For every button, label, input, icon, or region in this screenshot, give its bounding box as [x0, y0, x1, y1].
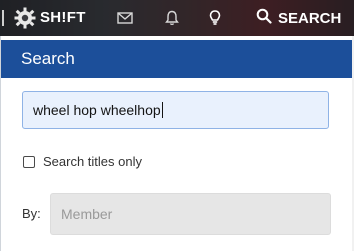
search-nav-link[interactable]: SEARCH [256, 8, 341, 28]
search-dropdown-panel: Search wheel hop wheelhop Search titles … [0, 36, 354, 251]
search-titles-only-option[interactable]: Search titles only [23, 154, 142, 169]
member-input-placeholder: Member [61, 206, 113, 222]
search-nav-label: SEARCH [278, 9, 342, 27]
navbar-divider [2, 10, 4, 26]
lightbulb-icon[interactable] [206, 9, 224, 27]
titles-only-label: Search titles only [43, 154, 142, 169]
keywords-search-input[interactable]: wheel hop wheelhop [22, 91, 329, 129]
search-panel-header: Search [1, 40, 354, 78]
gear-logo-icon[interactable] [14, 7, 36, 29]
mail-icon[interactable] [116, 9, 134, 27]
top-navigation-bar: SH!FT SEARCH [0, 0, 354, 36]
search-icon [256, 8, 272, 29]
by-member-label: By: [22, 206, 41, 221]
text-cursor [161, 102, 163, 118]
titles-only-checkbox[interactable] [23, 155, 35, 168]
member-input[interactable]: Member [50, 193, 331, 235]
search-panel-title: Search [21, 49, 75, 68]
bell-icon[interactable] [163, 9, 181, 27]
site-logo-text[interactable]: SH!FT [40, 9, 86, 26]
keywords-input-value: wheel hop wheelhop [33, 102, 161, 118]
